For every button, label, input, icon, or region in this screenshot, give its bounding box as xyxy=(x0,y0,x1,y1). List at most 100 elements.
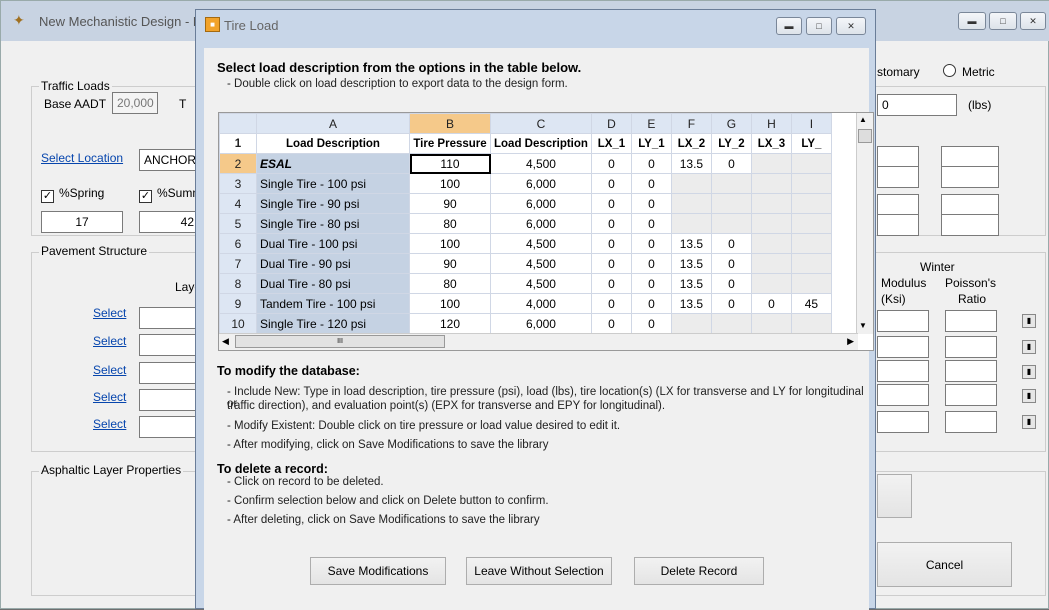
dialog-maximize-icon[interactable]: □ xyxy=(806,17,832,35)
close-icon[interactable]: ✕ xyxy=(1020,12,1046,30)
table-cell[interactable]: 4,500 xyxy=(490,273,592,294)
layer-3-field[interactable] xyxy=(139,362,199,384)
location-field[interactable]: ANCHORA xyxy=(139,149,204,171)
winter-poisson-2[interactable] xyxy=(945,336,997,358)
table-cell[interactable]: 90 xyxy=(409,193,491,214)
table-cell[interactable] xyxy=(750,173,792,194)
table-row[interactable]: 4 Single Tire - 90 psi 90 6,000 0 0 xyxy=(219,193,832,214)
base-aadt-field[interactable]: 20,000 xyxy=(112,92,158,114)
table-cell[interactable]: 80 xyxy=(409,273,491,294)
table-cell[interactable]: 120 xyxy=(409,313,491,334)
row-4-menu-icon[interactable]: ▮ xyxy=(1022,389,1036,403)
spring-field[interactable]: 17 xyxy=(41,211,123,233)
col-header-i[interactable]: I xyxy=(790,113,832,134)
horizontal-scrollbar[interactable]: ◀ III ▶ xyxy=(219,333,858,350)
table-cell[interactable]: 80 xyxy=(409,213,491,234)
load-description-cell[interactable]: Single Tire - 80 psi xyxy=(256,213,410,234)
table-cell[interactable]: 0 xyxy=(630,233,672,254)
winter-modulus-1[interactable] xyxy=(877,310,929,332)
select-location-link[interactable]: Select Location xyxy=(41,151,123,165)
load-lbs-field[interactable]: 0 xyxy=(877,94,957,116)
table-cell[interactable]: 0 xyxy=(710,253,752,274)
table-row[interactable]: 7 Dual Tire - 90 psi 90 4,500 0 0 13.5 0 xyxy=(219,253,832,274)
row-number[interactable]: 8 xyxy=(219,273,257,294)
table-cell[interactable] xyxy=(790,173,832,194)
winter-modulus-2[interactable] xyxy=(877,336,929,358)
col-header-a[interactable]: A xyxy=(256,113,410,134)
table-cell[interactable]: 0 xyxy=(630,313,672,334)
table-cell[interactable]: 0 xyxy=(630,213,672,234)
summer-checkbox[interactable]: ✓ %Summ xyxy=(139,186,202,203)
table-cell[interactable] xyxy=(710,193,752,214)
dialog-close-icon[interactable]: ✕ xyxy=(836,17,866,35)
table-cell[interactable] xyxy=(750,213,792,234)
table-cell[interactable]: 0 xyxy=(630,253,672,274)
table-row[interactable]: 5 Single Tire - 80 psi 80 6,000 0 0 xyxy=(219,213,832,234)
param-field-1[interactable] xyxy=(877,146,919,168)
layer-4-field[interactable] xyxy=(139,389,199,411)
col-header-f[interactable]: F xyxy=(670,113,712,134)
table-row[interactable]: 10 Single Tire - 120 psi 120 6,000 0 0 xyxy=(219,313,832,334)
table-cell[interactable] xyxy=(670,213,712,234)
table-cell[interactable] xyxy=(790,233,832,254)
col-header-d[interactable]: D xyxy=(590,113,632,134)
table-cell[interactable] xyxy=(790,253,832,274)
table-cell[interactable] xyxy=(790,153,832,174)
load-description-cell[interactable]: Dual Tire - 90 psi xyxy=(256,253,410,274)
scroll-thumb[interactable] xyxy=(858,129,872,143)
param-field-8[interactable] xyxy=(941,214,999,236)
winter-modulus-4[interactable] xyxy=(877,384,929,406)
table-cell[interactable] xyxy=(750,273,792,294)
table-cell[interactable]: 6,000 xyxy=(490,193,592,214)
winter-modulus-3[interactable] xyxy=(877,360,929,382)
select-layer-5-link[interactable]: Select xyxy=(93,417,126,431)
row-number[interactable]: 9 xyxy=(219,293,257,314)
table-cell[interactable] xyxy=(710,313,752,334)
row-2-menu-icon[interactable]: ▮ xyxy=(1022,340,1036,354)
table-cell[interactable] xyxy=(790,193,832,214)
col-header-c[interactable]: C xyxy=(490,113,592,134)
row-number[interactable]: 7 xyxy=(219,253,257,274)
scroll-up-icon[interactable]: ▲ xyxy=(859,115,867,124)
table-cell[interactable]: 45 xyxy=(790,293,832,314)
table-row[interactable]: 3 Single Tire - 100 psi 100 6,000 0 0 xyxy=(219,173,832,194)
row-number[interactable]: 10 xyxy=(219,313,257,334)
table-cell[interactable] xyxy=(670,173,712,194)
metric-radio[interactable] xyxy=(943,64,956,77)
row-1-menu-icon[interactable]: ▮ xyxy=(1022,314,1036,328)
dialog-minimize-icon[interactable]: ▬ xyxy=(776,17,802,35)
vertical-scrollbar[interactable]: ▲ ▼ xyxy=(856,113,873,334)
hscroll-thumb[interactable]: III xyxy=(235,335,445,348)
grid-corner[interactable] xyxy=(219,113,257,134)
table-cell[interactable]: 4,500 xyxy=(490,153,592,174)
minimize-icon[interactable]: ▬ xyxy=(958,12,986,30)
winter-poisson-3[interactable] xyxy=(945,360,997,382)
winter-poisson-5[interactable] xyxy=(945,411,997,433)
table-row[interactable]: 9 Tandem Tire - 100 psi 100 4,000 0 0 13.5 0 0 45 xyxy=(219,293,832,314)
table-cell[interactable]: 0 xyxy=(590,213,632,234)
table-cell[interactable] xyxy=(750,233,792,254)
table-cell[interactable]: 0 xyxy=(590,273,632,294)
table-cell[interactable]: 6,000 xyxy=(490,173,592,194)
table-cell[interactable]: 0 xyxy=(750,293,792,314)
table-cell[interactable]: 0 xyxy=(590,293,632,314)
load-description-cell[interactable]: Dual Tire - 100 psi xyxy=(256,233,410,254)
select-layer-1-link[interactable]: Select xyxy=(93,306,126,320)
table-cell[interactable]: 100 xyxy=(409,233,491,254)
load-description-cell[interactable]: Tandem Tire - 100 psi xyxy=(256,293,410,314)
param-field-4[interactable] xyxy=(941,166,999,188)
table-cell[interactable]: 0 xyxy=(590,313,632,334)
table-cell[interactable]: 0 xyxy=(630,293,672,314)
param-field-7[interactable] xyxy=(877,214,919,236)
table-row[interactable]: 6 Dual Tire - 100 psi 100 4,500 0 0 13.5 0 xyxy=(219,233,832,254)
select-layer-4-link[interactable]: Select xyxy=(93,390,126,404)
table-cell[interactable]: 0 xyxy=(630,273,672,294)
row-number[interactable]: 5 xyxy=(219,213,257,234)
delete-record-button[interactable]: Delete Record xyxy=(634,557,764,585)
table-cell[interactable] xyxy=(750,193,792,214)
winter-modulus-5[interactable] xyxy=(877,411,929,433)
table-cell[interactable] xyxy=(710,173,752,194)
summer-field[interactable]: 42 xyxy=(139,211,199,233)
table-cell[interactable]: 6,000 xyxy=(490,213,592,234)
save-modifications-button[interactable]: Save Modifications xyxy=(310,557,446,585)
